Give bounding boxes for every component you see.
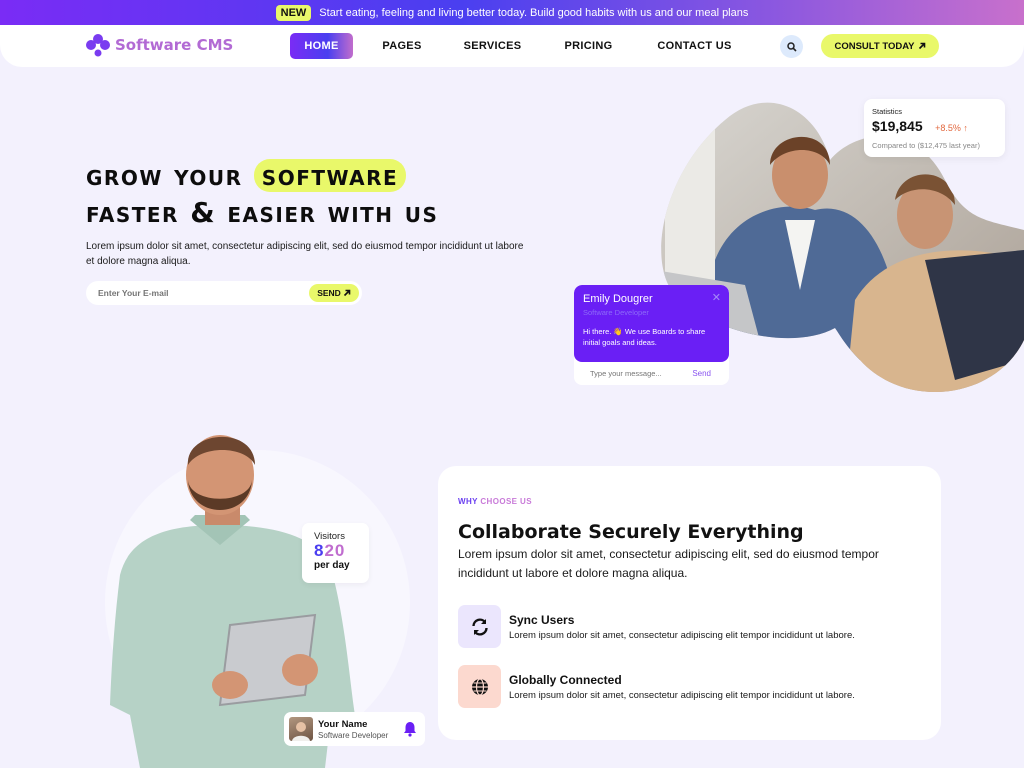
chat-input-row: Send <box>574 362 729 385</box>
profile-role: Software Developer <box>318 730 389 740</box>
consult-today-button[interactable]: CONSULT TODAY <box>821 34 939 58</box>
flower-logo-icon <box>86 34 110 57</box>
announcement-bar: NEW Start eating, feeling and living bet… <box>0 0 1024 25</box>
hero-title-highlight: software <box>253 159 407 192</box>
profile-info: Your Name Software Developer <box>318 719 388 740</box>
why-choose-us-card: WHY CHOOSE US Collaborate Securely Every… <box>438 466 941 740</box>
chat-header: Emily Dougrer Software Developer Hi ther… <box>574 285 729 362</box>
send-label: SEND <box>317 288 341 298</box>
hero-title-line2: faster & easier with us <box>86 196 439 229</box>
email-subscribe-form: SEND <box>86 281 362 305</box>
why-description: Lorem ipsum dolor sit amet, consectetur … <box>458 547 879 580</box>
consult-label: CONSULT TODAY <box>834 40 915 52</box>
feature-globally-connected: Globally Connected Lorem ipsum dolor sit… <box>458 665 928 709</box>
visitors-card: Visitors 820 per day <box>302 523 369 583</box>
close-icon[interactable]: ✕ <box>712 291 721 304</box>
avatar <box>289 717 313 741</box>
arrow-up-icon: ↑ <box>963 123 968 133</box>
new-badge: NEW <box>275 4 312 21</box>
stats-change: +8.5% ↑ <box>935 123 968 133</box>
sync-icon <box>471 617 488 636</box>
arrow-up-right-icon <box>918 42 925 50</box>
navbar: Software CMS HOME PAGES SERVICES PRICING… <box>0 25 1024 67</box>
search-icon <box>786 41 797 52</box>
chat-contact-name: Emily Dougrer <box>583 293 653 305</box>
send-button[interactable]: SEND <box>309 284 359 302</box>
visitors-value: 820 <box>314 541 346 560</box>
feature-description: Lorem ipsum dolor sit amet, consectetur … <box>509 690 855 701</box>
chat-widget: Emily Dougrer Software Developer Hi ther… <box>574 285 729 385</box>
feature-icon-box <box>458 665 501 708</box>
hero-description: Lorem ipsum dolor sit amet, consectetur … <box>86 241 524 267</box>
feature-icon-box <box>458 605 501 648</box>
email-input[interactable] <box>98 281 298 305</box>
feature-description: Lorem ipsum dolor sit amet, consectetur … <box>509 630 855 641</box>
nav-pages[interactable]: PAGES <box>370 33 434 59</box>
brand-name: Software CMS <box>115 36 234 54</box>
statistics-card: Statistics $19,845 +8.5% ↑ Compared to (… <box>864 99 1005 157</box>
announcement-text: Start eating, feeling and living better … <box>319 6 749 19</box>
nav-home[interactable]: HOME <box>290 33 353 59</box>
stats-label: Statistics <box>872 107 903 116</box>
visitors-unit: per day <box>314 560 350 571</box>
profile-name: Your Name <box>318 718 368 730</box>
why-title: Collaborate Securely Everything <box>458 521 804 543</box>
brand-logo[interactable]: Software CMS <box>85 33 233 57</box>
chat-message-input[interactable] <box>590 369 680 378</box>
hero-title-prefix: Grow your <box>86 159 254 192</box>
stats-value: $19,845 <box>872 118 923 134</box>
feature-sync-users: Sync Users Lorem ipsum dolor sit amet, c… <box>458 605 928 649</box>
globe-icon <box>471 677 488 696</box>
nav-services[interactable]: SERVICES <box>455 33 530 59</box>
bell-icon[interactable] <box>402 721 418 737</box>
chat-send-button[interactable]: Send <box>692 369 711 378</box>
feature-title: Globally Connected <box>509 673 622 687</box>
hero-title: Grow your software faster & easier with … <box>86 157 438 231</box>
nav-pricing[interactable]: PRICING <box>555 33 622 59</box>
feature-title: Sync Users <box>509 613 575 627</box>
chat-contact-role: Software Developer <box>583 308 649 317</box>
why-eyebrow: WHY CHOOSE US <box>458 497 532 506</box>
arrow-up-right-icon <box>343 289 351 297</box>
profile-card: Your Name Software Developer <box>284 712 425 746</box>
chat-message: Hi there. 👋 We use Boards to share initi… <box>583 327 706 347</box>
nav-contact-us[interactable]: CONTACT US <box>647 33 742 59</box>
search-button[interactable] <box>780 35 803 58</box>
stats-compare: Compared to ($12,475 last year) <box>872 141 980 150</box>
